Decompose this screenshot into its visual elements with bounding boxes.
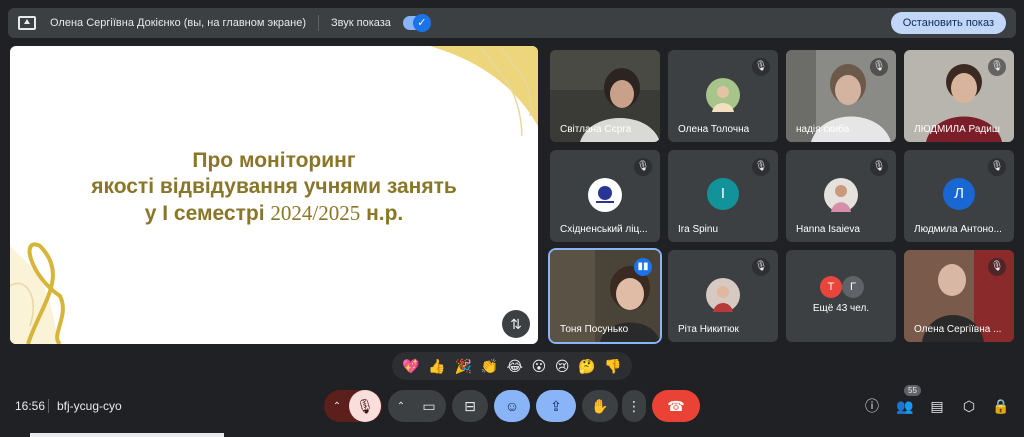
participant-name: надія скиба: [796, 124, 850, 135]
hang-up-icon: ☎: [667, 397, 685, 414]
participant-name: Світлана Сєрга: [560, 124, 632, 135]
emoji-icon: ☺: [504, 398, 520, 414]
captions-button[interactable]: ⊟: [452, 390, 488, 422]
mic-off-icon: 🎙︎: [870, 58, 888, 76]
people-icon[interactable]: 👥: [895, 396, 915, 416]
host-controls-icon[interactable]: 🔒: [991, 396, 1011, 416]
avatar: Г: [842, 276, 864, 298]
school-logo-avatar: [588, 178, 622, 212]
mic-off-button[interactable]: 🎙︎: [349, 390, 381, 422]
participant-tile-self[interactable]: 🎙︎ Олена Сергіївна ...: [904, 250, 1014, 342]
slide-line-3: у І семестрі 2024/2025 н.р.: [10, 200, 538, 227]
activities-icon[interactable]: ⬡: [959, 396, 979, 416]
scrollbar[interactable]: [30, 433, 224, 437]
avatar: Т: [820, 276, 842, 298]
participant-name: Ріта Никитюк: [678, 324, 739, 335]
present-screen-icon: [18, 16, 36, 30]
reaction-thumbs-down[interactable]: 👎: [604, 358, 621, 375]
reaction-thinking[interactable]: 🤔: [578, 358, 595, 375]
hand-icon: ✋: [591, 397, 609, 414]
participant-tile[interactable]: 🎙︎ Л Людмила Антоно...: [904, 150, 1014, 242]
participant-name: Олена Сергіївна ...: [914, 324, 1002, 335]
camera-icon[interactable]: ▭: [413, 398, 445, 415]
camera-control: ⌃ ▭: [388, 390, 446, 422]
slide-line-1: Про моніторинг: [192, 149, 356, 172]
more-participants-tile[interactable]: Т Г Ещё 43 чел.: [786, 250, 896, 342]
divider: [318, 15, 319, 31]
slide-line-3-prefix: у І семестрі: [144, 202, 265, 225]
participant-name: ЛЮДМИЛА Радиш: [914, 124, 1000, 135]
meeting-code: bfj-ycug-cyo: [57, 399, 122, 413]
participant-tile[interactable]: 🎙︎ Ріта Никитюк: [668, 250, 778, 342]
reaction-sad[interactable]: 😢: [555, 358, 570, 375]
participant-name: Людмила Антоно...: [914, 224, 1002, 235]
participant-name: Тоня Посунько: [560, 324, 629, 335]
present-button[interactable]: ⇪: [536, 390, 576, 422]
reaction-surprised[interactable]: 😮: [532, 358, 547, 375]
camera-options-chevron-icon[interactable]: ⌃: [389, 401, 413, 412]
participant-tile[interactable]: 🎙︎ Олена Толочна: [668, 50, 778, 142]
mic-off-icon: 🎙︎: [870, 158, 888, 176]
slide-line-3-suffix: н.р.: [366, 202, 404, 225]
captions-icon: ⊟: [464, 397, 476, 414]
shared-screen: Про моніторинг якості відвідування учням…: [10, 46, 538, 344]
reaction-thumbs-up[interactable]: 👍: [428, 358, 445, 375]
avatar: [706, 78, 740, 112]
more-vert-icon: ⋮: [627, 397, 641, 414]
reactions-bar: 💖 👍 🎉 👏 😂 😮 😢 🤔 👎: [392, 352, 632, 380]
stop-presenting-button[interactable]: Остановить показ: [890, 12, 1006, 34]
chat-icon[interactable]: ▤: [927, 396, 947, 416]
mic-options-chevron-icon[interactable]: ⌃: [325, 401, 349, 412]
avatar: I: [707, 178, 739, 210]
more-participants-label: Ещё 43 чел.: [812, 303, 870, 314]
slide-title: Про моніторинг якості відвідування учням…: [10, 148, 538, 227]
mic-off-icon: 🎙︎: [988, 258, 1006, 276]
speaking-indicator-icon: ▮▮: [634, 258, 652, 276]
reaction-party[interactable]: 🎉: [454, 358, 471, 375]
participant-tile[interactable]: 🎙︎ I Ira Spinu: [668, 150, 778, 242]
participant-name: Олена Толочна: [678, 124, 750, 135]
reaction-laugh[interactable]: 😂: [507, 358, 523, 375]
mic-off-icon: 🎙︎: [988, 58, 1006, 76]
reaction-clap[interactable]: 👏: [481, 358, 498, 375]
avatar: [706, 278, 740, 312]
participant-tile[interactable]: 🎙︎ Hanna Isaieva: [786, 150, 896, 242]
reaction-heart[interactable]: 💖: [402, 358, 419, 375]
emoji-button[interactable]: ☺: [494, 390, 530, 422]
presenter-label: Олена Сергіївна Докієнко (вы, на главном…: [50, 17, 306, 29]
divider: [48, 399, 49, 413]
leave-call-button[interactable]: ☎: [652, 390, 700, 422]
presentation-banner: Олена Сергіївна Докієнко (вы, на главном…: [8, 8, 1016, 38]
microphone-control: ⌃ 🎙︎: [324, 390, 382, 422]
meeting-time: 16:56: [15, 399, 46, 413]
present-screen-icon: ⇪: [550, 397, 562, 414]
participants-count-badge: 55: [904, 385, 921, 396]
participant-tile-speaking[interactable]: ▮▮ Тоня Посунько: [548, 248, 662, 344]
mic-off-icon: 🎙︎: [634, 158, 652, 176]
presentation-sound-label: Звук показа: [331, 17, 391, 29]
info-icon[interactable]: ⓘ: [862, 396, 882, 416]
swap-layout-icon[interactable]: ⇅: [502, 310, 530, 338]
presentation-sound-toggle[interactable]: [402, 14, 431, 32]
participant-tile[interactable]: 🎙︎ ЛЮДМИЛА Радиш: [904, 50, 1014, 142]
mic-off-icon: 🎙︎: [752, 58, 770, 76]
slide-year: 2024/2025: [270, 201, 361, 225]
participant-name: Ira Spinu: [678, 224, 719, 235]
raise-hand-button[interactable]: ✋: [582, 390, 618, 422]
more-options-button[interactable]: ⋮: [622, 390, 646, 422]
mic-off-icon: 🎙︎: [752, 158, 770, 176]
participant-name: Hanna Isaieva: [796, 224, 860, 235]
avatar: Л: [943, 178, 975, 210]
slide-line-2: якості відвідування учнями занять: [91, 175, 457, 198]
participant-tile[interactable]: Світлана Сєрга: [550, 50, 660, 142]
participant-tile[interactable]: 🎙︎ надія скиба: [786, 50, 896, 142]
mic-off-icon: 🎙︎: [752, 258, 770, 276]
participant-tile[interactable]: 🎙︎ Східненський ліц...: [550, 150, 660, 242]
mic-off-icon: 🎙︎: [988, 158, 1006, 176]
avatar: [824, 178, 858, 212]
participant-name: Східненський ліц...: [560, 224, 648, 235]
